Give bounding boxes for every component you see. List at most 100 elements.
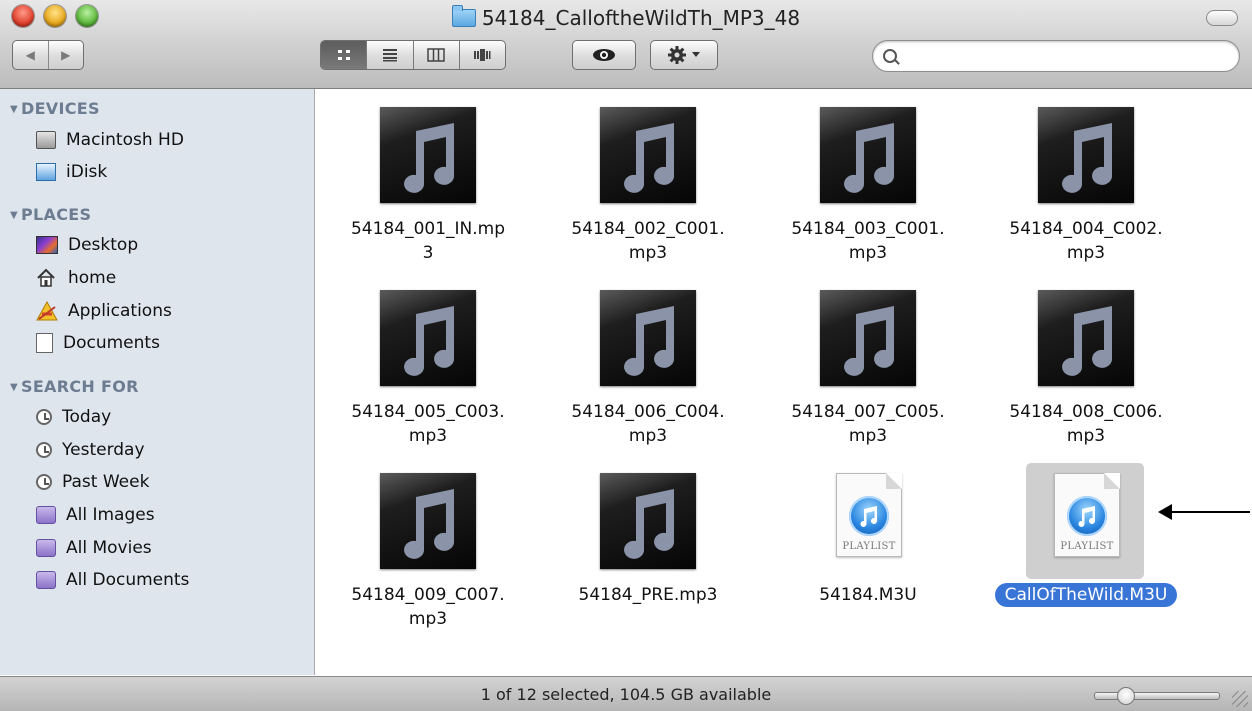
finder-window: 54184_CalloftheWildTh_MP3_48 ◀ ▶ ▼ DEVIC… [0,0,1252,711]
file-name: 54184_007_C005. [791,402,945,422]
sidebar-item-label: All Movies [66,538,152,558]
music-file-icon [1038,290,1134,386]
smart-folder-icon [36,506,56,524]
file-name: 54184_005_C003. [351,402,505,422]
back-button[interactable]: ◀ [13,41,48,69]
file-name: 54184_001_IN.mp [350,219,505,239]
itunes-note-icon [1067,496,1107,536]
sidebar-item-idisk[interactable]: iDisk [36,158,306,186]
sidebar-item-past-week[interactable]: Past Week [36,468,306,496]
sidebar-item-macintosh-hd[interactable]: Macintosh HD [36,126,306,154]
cover-flow-button[interactable] [458,41,505,69]
action-menu-button[interactable] [650,40,718,70]
icon-size-slider[interactable] [1094,687,1220,705]
section-label: PLACES [21,205,92,224]
slider-knob[interactable] [1117,687,1135,705]
sidebar-item-yesterday[interactable]: Yesterday [36,436,306,464]
music-file-icon [380,473,476,569]
sidebar-item-all-movies[interactable]: All Movies [36,534,306,562]
section-label: DEVICES [21,99,100,118]
hard-drive-icon [36,131,56,149]
list-view-icon [382,49,397,62]
file-name: 54184_002_C001. [571,219,725,239]
file-name: 54184_PRE.mp3 [578,585,718,605]
forward-button[interactable]: ▶ [47,41,84,69]
sidebar-item-label: Past Week [62,472,150,492]
forward-arrow-icon: ▶ [61,48,71,62]
icon-view-button[interactable] [321,41,367,69]
sidebar-section-search-for[interactable]: ▼ SEARCH FOR [10,377,139,396]
window-title-text: 54184_CalloftheWildTh_MP3_48 [481,6,801,30]
clock-icon [36,409,52,425]
sidebar-item-all-documents[interactable]: All Documents [36,566,306,594]
status-text: 1 of 12 selected, 104.5 GB available [480,685,772,704]
resize-grip-icon[interactable] [1232,691,1248,707]
file-name-row: CallOfTheWild.M3U [986,583,1186,607]
idisk-icon [36,163,56,181]
file-name: 54184_008_C006. [1009,402,1163,422]
file-name-line2: mp3 [628,243,668,263]
chevron-down-icon [692,52,700,57]
file-name-line2: mp3 [848,426,888,446]
playlist-badge: PLAYLIST [842,541,896,552]
sidebar-item-label: Documents [63,333,160,353]
column-view-icon [427,48,445,62]
sidebar-item-home[interactable]: home [36,264,306,292]
folder-icon [451,5,476,27]
file-name-line2: mp3 [408,609,448,629]
sidebar-item-label: All Documents [66,570,190,590]
sidebar: ▼ DEVICES Macintosh HD iDisk ▼ PLACES Desk… [0,89,315,675]
section-label: SEARCH FOR [21,377,139,396]
file-name: 54184.M3U [819,585,917,605]
playlist-file-icon: PLAYLIST [836,473,902,557]
pointer-arrow [1158,504,1250,520]
playlist-file-icon: PLAYLIST [1054,473,1120,557]
file-name: 54184_004_C002. [1009,219,1163,239]
list-view-button[interactable] [366,41,412,69]
sidebar-item-today[interactable]: Today [36,403,306,431]
applications-icon [36,301,58,321]
home-icon [36,268,58,288]
toolbar: 54184_CalloftheWildTh_MP3_48 ◀ ▶ [0,0,1252,89]
music-file-icon [820,290,916,386]
gear-icon [668,46,686,64]
music-file-icon [1038,107,1134,203]
disclosure-triangle-icon: ▼ [10,210,18,221]
file-grid: 54184_001_IN.mp 3 54184_002_C001. mp3 54… [315,89,1252,675]
sidebar-item-label: Macintosh HD [66,130,184,150]
sidebar-item-desktop[interactable]: Desktop [36,231,306,259]
column-view-button[interactable] [412,41,459,69]
search-field[interactable] [872,40,1240,72]
sidebar-section-places[interactable]: ▼ PLACES [10,205,91,224]
icon-view-icon [337,50,350,60]
file-name: 54184_006_C004. [571,402,725,422]
sidebar-item-label: Today [62,407,112,427]
file-name: 54184_009_C007. [351,585,505,605]
smart-folder-icon [36,539,56,557]
sidebar-item-label: Desktop [68,235,139,255]
file-name-line2: mp3 [408,426,448,446]
toolbar-toggle-button[interactable] [1206,10,1238,26]
sidebar-item-applications[interactable]: Applications [36,297,306,325]
cover-flow-icon [474,49,491,61]
file-name-line2: 3 [422,243,434,263]
documents-icon [36,333,53,353]
file-name-line2: mp3 [628,426,668,446]
window-title: 54184_CalloftheWildTh_MP3_48 [0,2,1252,34]
quick-look-button[interactable] [572,40,636,70]
search-input[interactable] [905,46,1229,68]
sidebar-item-label: home [68,268,117,288]
music-file-icon [600,290,696,386]
search-icon [883,49,897,63]
sidebar-item-label: iDisk [66,162,108,182]
music-file-icon [820,107,916,203]
sidebar-item-documents[interactable]: Documents [36,329,306,357]
view-mode-switcher [320,40,506,70]
file-name-line2: mp3 [848,243,888,263]
sidebar-section-devices[interactable]: ▼ DEVICES [10,99,100,118]
eye-icon [593,49,615,61]
disclosure-triangle-icon: ▼ [10,382,18,393]
music-file-icon [380,107,476,203]
sidebar-item-all-images[interactable]: All Images [36,501,306,529]
file-name-line2: mp3 [1066,426,1106,446]
